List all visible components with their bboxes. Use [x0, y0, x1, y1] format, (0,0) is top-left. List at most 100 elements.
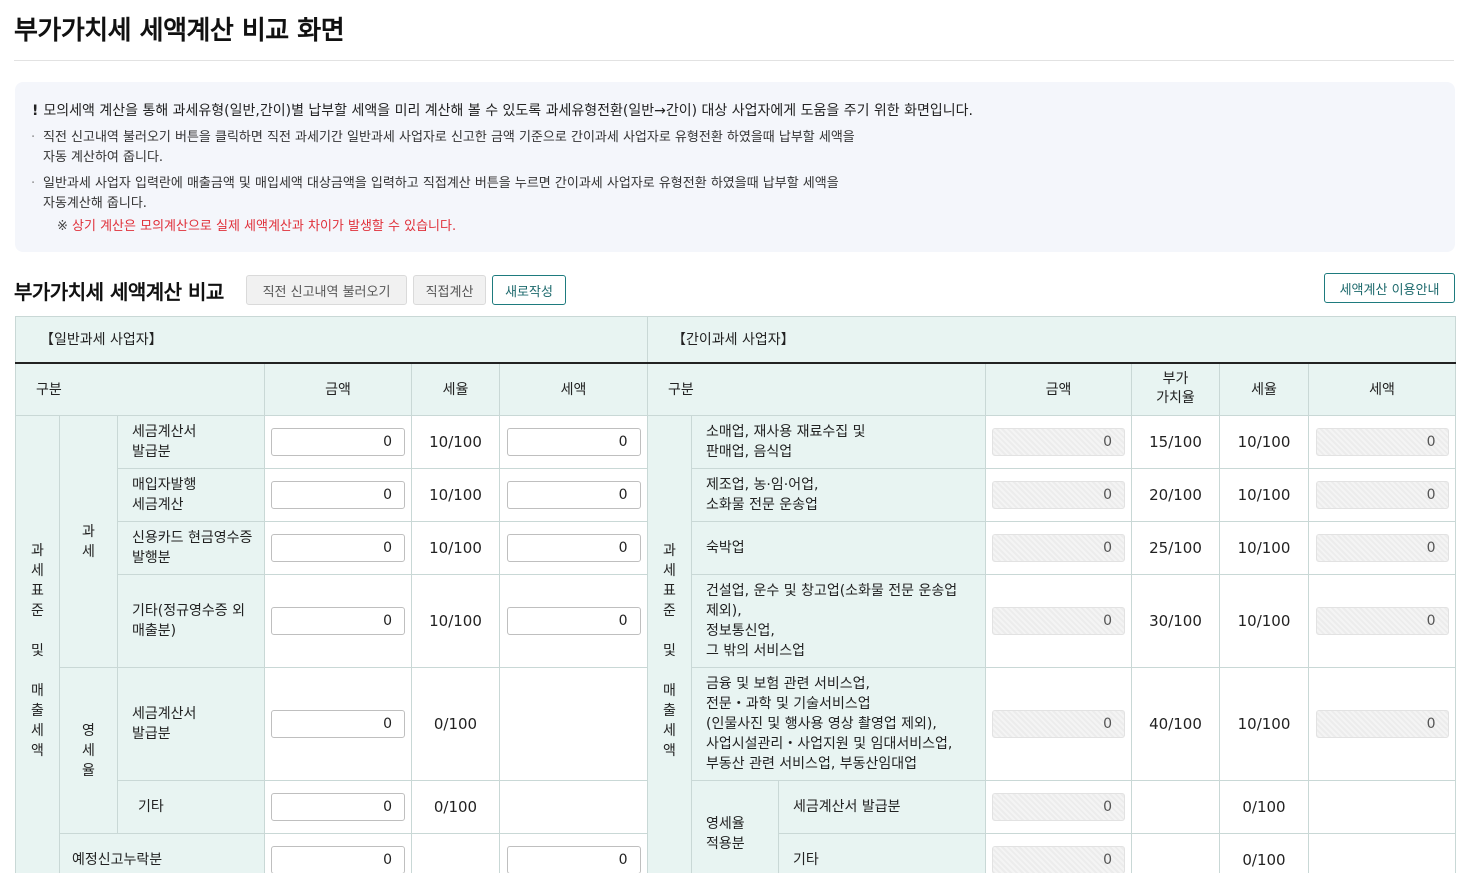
- new-entry-button[interactable]: 새로작성: [492, 275, 566, 305]
- simple-row-label: 소매업, 재사용 재료수집 및 판매업, 음식업: [691, 415, 986, 469]
- notice-bullet-2: · 일반과세 사업자 입력란에 매출금액 및 매입세액 대상금액을 입력하고 직…: [31, 174, 943, 214]
- simple-amount-field: 0: [992, 710, 1125, 738]
- simple-tax-field: 0: [1315, 534, 1449, 562]
- simple-zero-row-label: 기타: [778, 833, 986, 873]
- notice-bullet-2-line-1: 일반과세 사업자 입력란에 매출금액 및 매입세액 대상금액을 입력하고 직접계…: [43, 176, 839, 191]
- general-amount-input[interactable]: 0: [271, 428, 405, 456]
- simple-header: 【간이과세 사업자】: [646, 316, 1457, 364]
- general-group-taxed: 과세: [59, 415, 118, 668]
- general-rate: 10/100: [411, 521, 500, 575]
- simple-rate: 10/100: [1219, 468, 1309, 522]
- simple-col-tax: 세액: [1307, 362, 1457, 416]
- simple-col-vat-ratio: 부가 가치율: [1131, 362, 1220, 416]
- general-amount-input[interactable]: 0: [271, 534, 405, 562]
- general-tax-input[interactable]: 0: [506, 428, 641, 456]
- general-row-label: 신용카드 현금영수증 발행분: [117, 521, 265, 575]
- notice-box: ! 모의세액 계산을 통해 과세유형(일반,간이)별 납부할 세액을 미리 계산해…: [15, 82, 1455, 252]
- general-tax-input[interactable]: 0: [506, 481, 641, 509]
- title-divider: [14, 60, 1454, 61]
- section-title: 부가가치세 세액계산 비교: [14, 280, 224, 304]
- simple-col-rate: 세율: [1219, 362, 1309, 416]
- simple-taxpayer-table: 【간이과세 사업자】 구분 금액 부가 가치율 세율 세액 과세표준및매출세액 …: [646, 316, 1457, 873]
- simple-rate: 10/100: [1219, 574, 1309, 668]
- simple-vat-ratio: 25/100: [1131, 521, 1220, 575]
- notice-bullet-1-line-2: 자동 계산하여 줍니다.: [43, 150, 164, 165]
- simple-amount-field: 0: [992, 607, 1125, 635]
- general-row-label: 세금계산서 발급분: [117, 415, 265, 469]
- simple-row-label: 금융 및 보험 관련 서비스업, 전문・과학 및 기술서비스업 (인물사진 및 …: [691, 667, 986, 781]
- notice-warning: ※ 상기 계산은 모의계산으로 실제 세액계산과 차이가 발생할 수 있습니다.: [57, 215, 456, 234]
- general-header: 【일반과세 사업자】: [14, 316, 649, 364]
- simple-rate: 10/100: [1219, 415, 1309, 469]
- general-row-label: 기타(정규영수증 외 매출분): [117, 574, 265, 668]
- general-rate: 0/100: [411, 667, 500, 781]
- simple-zero-rate: 0/100: [1219, 780, 1309, 834]
- general-col-amount: 금액: [264, 362, 412, 416]
- general-tax-input[interactable]: 0: [506, 607, 641, 635]
- notice-bullet-2-line-2: 자동계산해 줍니다.: [43, 196, 147, 211]
- general-col-rate: 세율: [411, 362, 500, 416]
- direct-calc-button[interactable]: 직접계산: [413, 275, 486, 305]
- simple-col-amount: 금액: [985, 362, 1132, 416]
- bullet-icon: ·: [31, 176, 36, 191]
- simple-zero-group: 영세율 적용분: [691, 780, 779, 873]
- simple-col-category: 구분: [647, 362, 986, 416]
- general-omitted-amount-input[interactable]: 0: [271, 846, 405, 873]
- page-title: 부가가치세 세액계산 비교 화면: [14, 16, 345, 46]
- general-col-category: 구분: [15, 362, 265, 416]
- general-row-label: 기타: [117, 780, 265, 834]
- simple-zero-rate: 0/100: [1219, 833, 1309, 873]
- general-amount-input[interactable]: 0: [271, 481, 405, 509]
- notice-bullet-1-line-1: 직전 신고내역 불러오기 버튼을 클릭하면 직전 과세기간 일반과세 사업자로 …: [43, 130, 855, 145]
- general-group-main: 과세표준및매출세액: [15, 415, 60, 873]
- simple-rate: 10/100: [1219, 667, 1309, 781]
- notice-main-text: 모의세액 계산을 통해 과세유형(일반,간이)별 납부할 세액을 미리 계산해 …: [43, 103, 973, 119]
- general-amount-input[interactable]: 0: [271, 607, 405, 635]
- bullet-icon: ·: [31, 130, 36, 145]
- simple-row-label: 제조업, 농·임·어업, 소화물 전문 운송업: [691, 468, 986, 522]
- simple-zero-row-label: 세금계산서 발급분: [778, 780, 986, 834]
- simple-tax-field: 0: [1315, 607, 1449, 635]
- general-taxpayer-table: 【일반과세 사업자】 구분 금액 세율 세액 과세표준및매출세액 과세 세금계산…: [14, 316, 649, 873]
- general-amount-input[interactable]: 0: [271, 793, 405, 821]
- simple-row-label: 건설업, 운수 및 창고업(소화물 전문 운송업 제외), 정보통신업, 그 밖…: [691, 574, 986, 668]
- simple-vat-ratio: 15/100: [1131, 415, 1220, 469]
- simple-zero-tax-empty: [1307, 780, 1457, 834]
- general-omitted-label: 예정신고누락분: [59, 833, 265, 873]
- simple-tax-field: 0: [1315, 428, 1449, 456]
- load-previous-button[interactable]: 직전 신고내역 불러오기: [246, 275, 407, 305]
- guide-button[interactable]: 세액계산 이용안내: [1324, 273, 1455, 303]
- general-rate: 10/100: [411, 574, 500, 668]
- simple-rate: 10/100: [1219, 521, 1309, 575]
- general-rate: 10/100: [411, 415, 500, 469]
- general-row-label: 세금계산서 발급분: [117, 667, 265, 781]
- general-rate: 10/100: [411, 468, 500, 522]
- simple-zero-amount-field: 0: [992, 846, 1125, 873]
- simple-amount-field: 0: [992, 534, 1125, 562]
- simple-amount-field: 0: [992, 428, 1125, 456]
- simple-group-main: 과세표준및매출세액: [647, 415, 692, 873]
- general-row-label: 매입자발행 세금계산: [117, 468, 265, 522]
- general-tax-input[interactable]: 0: [506, 534, 641, 562]
- simple-zero-ratio-empty: [1131, 833, 1220, 873]
- simple-vat-ratio: 30/100: [1131, 574, 1220, 668]
- notice-main: ! 모의세액 계산을 통해 과세유형(일반,간이)별 납부할 세액을 미리 계산해…: [32, 100, 973, 120]
- notice-warning-text: 상기 계산은 모의계산으로 실제 세액계산과 차이가 발생할 수 있습니다.: [72, 219, 457, 234]
- simple-zero-ratio-empty: [1131, 780, 1220, 834]
- simple-vat-ratio: 40/100: [1131, 667, 1220, 781]
- general-tax-empty: [498, 780, 649, 834]
- general-omitted-rate-empty: [411, 833, 500, 873]
- exclamation-icon: !: [32, 103, 39, 119]
- notice-bullet-1: · 직전 신고내역 불러오기 버튼을 클릭하면 직전 과세기간 일반과세 사업자…: [31, 128, 943, 168]
- simple-tax-field: 0: [1315, 481, 1449, 509]
- simple-zero-tax-empty: [1307, 833, 1457, 873]
- simple-row-label: 숙박업: [691, 521, 986, 575]
- general-col-tax: 세액: [498, 362, 649, 416]
- simple-amount-field: 0: [992, 481, 1125, 509]
- simple-zero-amount-field: 0: [992, 793, 1125, 821]
- general-omitted-tax-input[interactable]: 0: [506, 846, 641, 873]
- general-amount-input[interactable]: 0: [271, 710, 405, 738]
- simple-tax-field: 0: [1315, 710, 1449, 738]
- simple-vat-ratio: 20/100: [1131, 468, 1220, 522]
- reference-mark-icon: ※: [57, 219, 68, 234]
